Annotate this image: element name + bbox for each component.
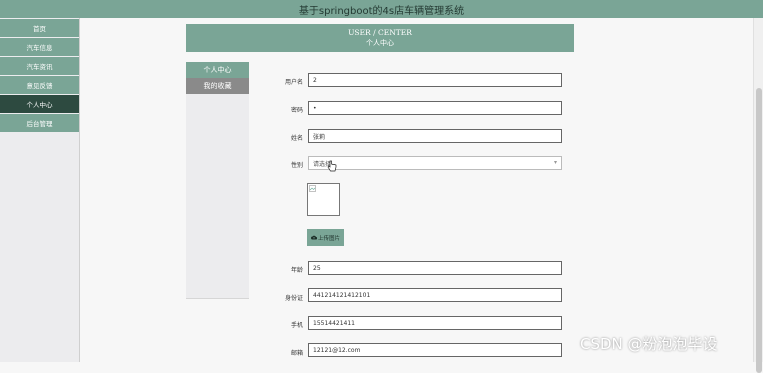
name-label: 姓名 (290, 135, 303, 142)
avatar-image-preview (307, 183, 340, 216)
chevron-down-icon: ▾ (553, 159, 557, 166)
age-input[interactable]: 25 (308, 261, 562, 275)
app-title: 基于springboot的4s店车辆管理系统 (298, 5, 465, 17)
sidebar: 首页 汽车信息 汽车资讯 意见反馈 个人中心 后台管理 (0, 18, 80, 362)
phone-input[interactable]: 15514421411 (308, 316, 562, 330)
sidebar-item-personal-center[interactable]: 个人中心 (0, 95, 79, 113)
id-card-input[interactable]: 441214121412101 (308, 288, 562, 302)
phone-label: 手机 (290, 322, 303, 329)
watermark: CSDN @粉泡泡毕设 (580, 335, 718, 353)
app-title-bar: 基于springboot的4s店车辆管理系统 (0, 0, 763, 18)
sidebar-item-admin[interactable]: 后台管理 (0, 114, 79, 132)
gender-select[interactable]: 请选择 ▾ (308, 156, 562, 170)
subnav-item-personal-center[interactable]: 个人中心 (186, 62, 249, 78)
sidebar-item-feedback[interactable]: 意见反馈 (0, 76, 79, 94)
password-label: 密码 (290, 107, 303, 114)
subnav-item-favorites[interactable]: 我的收藏 (186, 78, 249, 94)
page-title-zh: 个人中心 (366, 39, 394, 47)
page-title-en: USER / CENTER (348, 28, 412, 37)
sub-navigation: 个人中心 我的收藏 (186, 62, 249, 299)
name-input[interactable]: 张莉 (308, 129, 562, 143)
scrollbar-thumb[interactable] (756, 88, 762, 373)
cloud-upload-icon (311, 235, 317, 240)
email-input[interactable]: 12121@12.com (308, 343, 562, 357)
sidebar-item-car-info[interactable]: 汽车信息 (0, 38, 79, 56)
upload-image-button[interactable]: 上传图片 (307, 229, 344, 246)
email-label: 邮箱 (290, 350, 303, 357)
sidebar-item-car-news[interactable]: 汽车资讯 (0, 57, 79, 75)
password-input[interactable]: • (308, 101, 562, 115)
hand-cursor-icon (327, 160, 337, 172)
page-header: USER / CENTER 个人中心 (186, 24, 574, 52)
page-scrollbar[interactable] (753, 18, 763, 373)
upload-button-label: 上传图片 (317, 235, 340, 242)
id-card-label: 身份证 (284, 295, 303, 302)
username-label: 用户名 (284, 79, 303, 86)
sidebar-item-home[interactable]: 首页 (0, 19, 79, 37)
username-input[interactable]: 2 (308, 73, 562, 87)
gender-label: 性别 (290, 162, 303, 169)
age-label: 年龄 (290, 267, 303, 274)
broken-image-icon (309, 185, 316, 192)
